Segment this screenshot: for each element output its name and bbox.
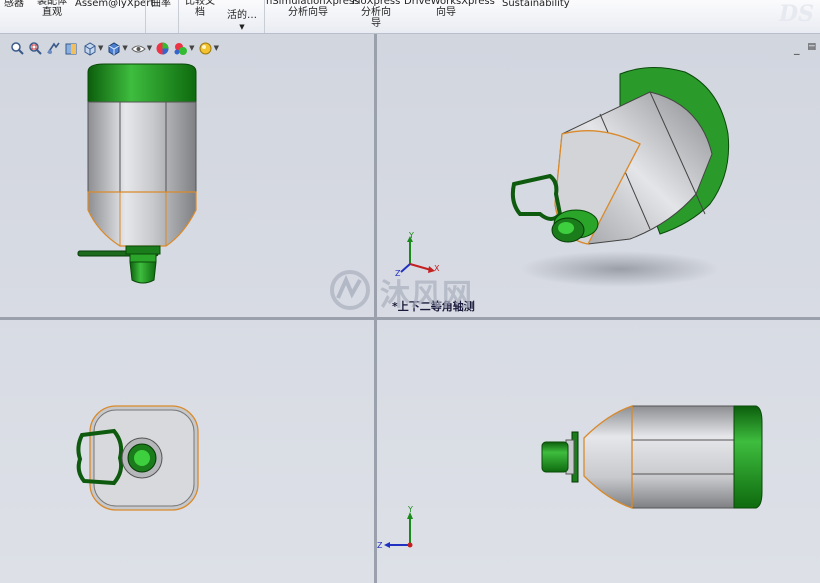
simulationxpress-button[interactable]: nSimulationXpress 分析向导 <box>266 0 359 18</box>
zoom-to-area-icon[interactable] <box>28 41 43 56</box>
zoom-to-fit-icon[interactable] <box>10 41 25 56</box>
ribbon-separator <box>145 0 146 33</box>
side-view-model[interactable] <box>538 402 768 512</box>
triad-z-label: Z <box>377 541 383 550</box>
display-style-icon[interactable] <box>106 41 121 56</box>
activate-addins-button[interactable]: 活的… ▼ <box>224 0 260 33</box>
sustainability-button[interactable]: Sustainability <box>502 0 570 9</box>
heads-up-view-toolbar: ▼ ▼ ▼ ▼ ▼ <box>10 38 219 58</box>
view-settings-icon[interactable] <box>198 41 213 56</box>
view-orientation-icon[interactable] <box>82 41 97 56</box>
site-watermark-text: 沐风网 <box>380 278 473 313</box>
floxpress-button[interactable]: FloXpress 分析向 导 <box>352 0 400 29</box>
driveworksxpress-button[interactable]: DriveWorksXpress 向导 <box>404 0 495 18</box>
chevron-down-icon: ▼ <box>239 23 245 31</box>
hide-show-items-icon[interactable] <box>131 41 146 56</box>
restore-icon[interactable]: ▤ <box>807 42 816 55</box>
isometric-view-model[interactable] <box>500 64 740 294</box>
sensors-button[interactable]: 感器 <box>0 0 28 9</box>
assemblyxpert-button[interactable]: Assem@lyXpert <box>75 0 154 9</box>
activate-addins-label: 活的… <box>227 10 257 21</box>
apply-scene-icon[interactable] <box>173 41 188 56</box>
edit-appearance-icon[interactable] <box>155 41 170 56</box>
assembly-visualization-button[interactable]: 装配体 直观 <box>34 0 70 18</box>
compare-documents-button[interactable]: 比较文 档 <box>182 0 218 18</box>
ds-logo-watermark: DS <box>779 1 814 27</box>
chevron-down-icon[interactable]: ▼ <box>214 44 219 52</box>
chevron-down-icon[interactable]: ▼ <box>147 44 152 52</box>
ribbon-separator <box>178 0 179 33</box>
triad-y-label: Y <box>407 505 413 514</box>
triad-y-label: Y <box>408 231 414 240</box>
chevron-down-icon[interactable]: ▼ <box>98 44 103 52</box>
front-view-model[interactable] <box>74 62 204 288</box>
viewport-window-controls: _ ▤ <box>794 42 816 55</box>
coordinate-triad-front: Y Z <box>377 505 413 550</box>
horizontal-viewport-splitter[interactable] <box>0 317 820 320</box>
command-manager-ribbon: 感器 装配体 直观 Assem@lyXpert 曲率 比较文 档 活的… ▼ nS… <box>0 0 820 34</box>
minimize-icon[interactable]: _ <box>794 42 800 55</box>
curvature-button[interactable]: 曲率 <box>148 0 174 9</box>
ribbon-separator <box>264 0 265 33</box>
chevron-down-icon[interactable]: ▼ <box>189 44 194 52</box>
section-view-icon[interactable] <box>64 41 79 56</box>
top-view-model[interactable] <box>72 403 202 513</box>
previous-view-icon[interactable] <box>46 41 61 56</box>
chevron-down-icon[interactable]: ▼ <box>122 44 127 52</box>
